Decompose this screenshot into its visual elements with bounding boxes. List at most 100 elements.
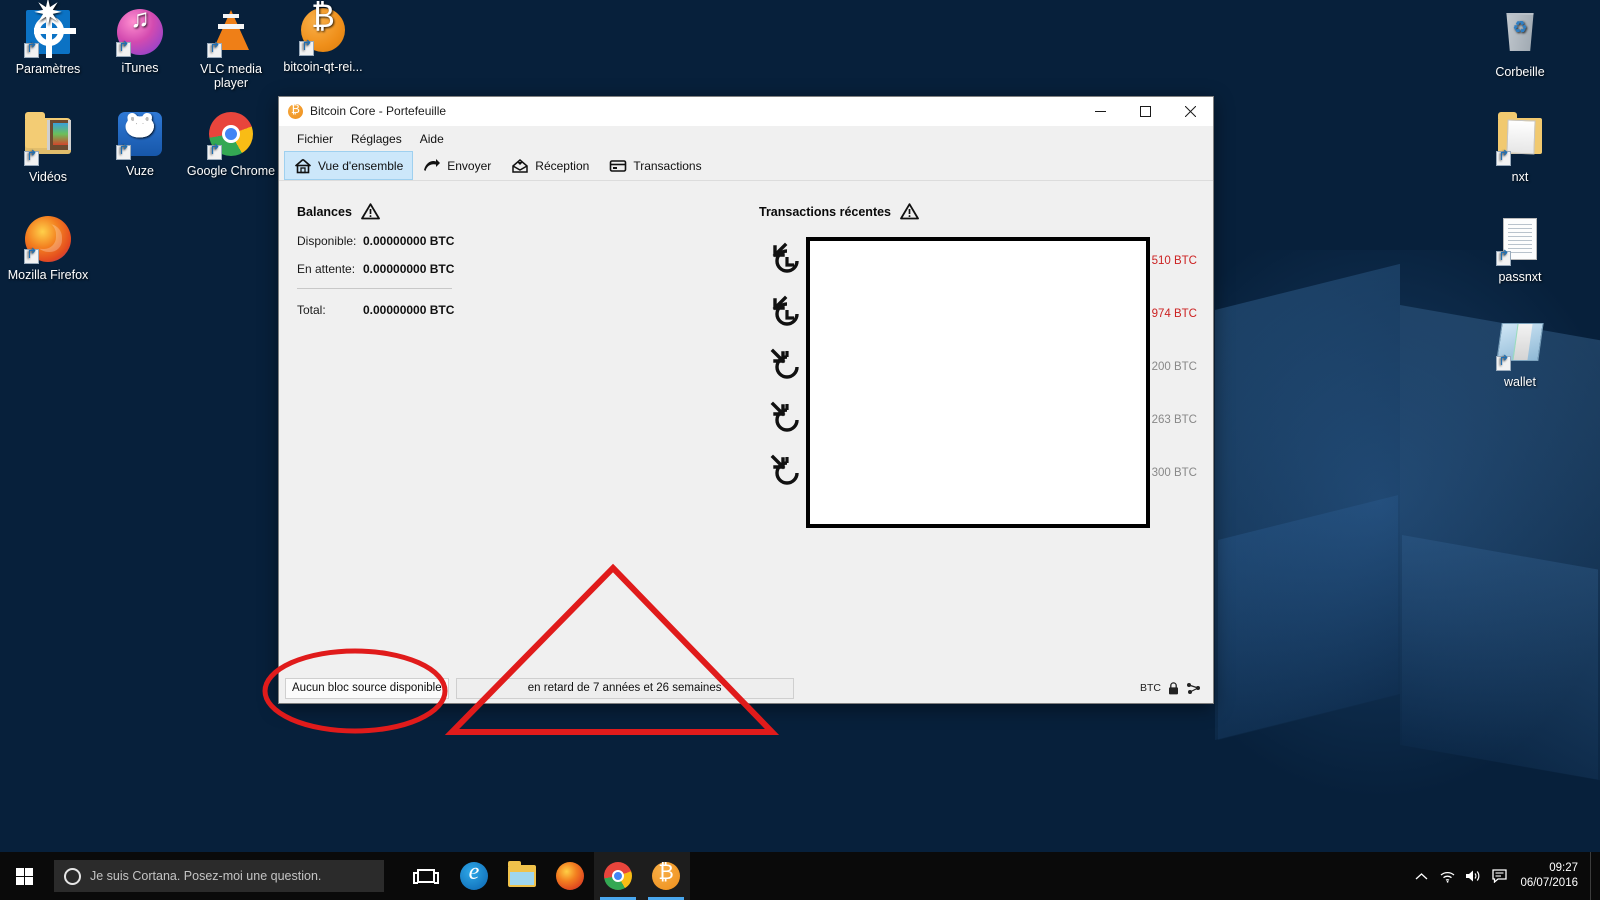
taskbar[interactable]: Je suis Cortana. Posez-moi une question.	[0, 852, 1600, 900]
shortcut-overlay-icon	[116, 42, 131, 57]
cortana-search-box[interactable]: Je suis Cortana. Posez-moi une question.	[54, 860, 384, 892]
videos-folder-icon	[24, 112, 72, 166]
tab-label: Réception	[535, 158, 590, 173]
desktop-icon-nxt[interactable]: nxt	[1472, 110, 1568, 184]
file-explorer-icon	[508, 861, 536, 887]
wallpaper-beam	[1218, 495, 1398, 740]
taskbar-firefox-button[interactable]	[546, 852, 594, 900]
desktop-icon-bitcoin-qt[interactable]: bitcoin-qt-rei...	[275, 6, 371, 74]
warning-triangle-icon	[361, 203, 380, 220]
taskbar-task-view-button[interactable]	[402, 852, 450, 900]
bitcoin-icon	[288, 102, 303, 119]
taskbar-clock[interactable]: 09:27 06/07/2016	[1512, 852, 1590, 900]
tab-label: Vue d'ensemble	[318, 158, 404, 173]
network-connections-icon[interactable]	[1186, 682, 1201, 695]
menu-aide[interactable]: Aide	[411, 129, 453, 149]
close-button[interactable]	[1168, 97, 1213, 126]
desktop-icon-videos[interactable]: Vidéos	[0, 110, 96, 184]
clock-date: 06/07/2016	[1520, 877, 1578, 889]
shortcut-overlay-icon	[207, 43, 222, 58]
balance-value: 0.00000000 BTC	[363, 303, 455, 317]
window-controls[interactable]	[1078, 97, 1213, 126]
desktop[interactable]: Paramètres iTunes VLC media player bitco…	[0, 0, 1600, 900]
shortcut-overlay-icon	[24, 151, 39, 166]
transaction-amount: 200 BTC	[1151, 360, 1197, 373]
vlc-icon	[207, 10, 255, 58]
tab-envoyer[interactable]: Envoyer	[413, 151, 501, 180]
desktop-icon-parametres[interactable]: Paramètres	[0, 6, 96, 76]
desktop-icon-corbeille[interactable]: Corbeille	[1472, 8, 1568, 79]
desktop-icon-vlc[interactable]: VLC media player	[183, 8, 279, 90]
clock-time: 09:27	[1549, 862, 1578, 874]
status-bar-indicators[interactable]: BTC	[1140, 681, 1207, 695]
transaction-amount: 510 BTC	[1151, 254, 1197, 267]
maximize-button[interactable]	[1123, 97, 1168, 126]
start-button[interactable]	[0, 852, 48, 900]
desktop-icon-label: Vuze	[125, 164, 155, 178]
itunes-icon	[116, 9, 164, 57]
outgoing-pending-icon	[767, 241, 807, 281]
tab-vue-densemble[interactable]: Vue d'ensemble	[284, 151, 414, 180]
balance-value: 0.00000000 BTC	[363, 234, 455, 248]
shortcut-overlay-icon	[24, 249, 39, 264]
desktop-icon-label: Corbeille	[1495, 65, 1545, 79]
unit-label[interactable]: BTC	[1140, 682, 1161, 694]
chevron-up-icon[interactable]	[1408, 852, 1434, 900]
shortcut-overlay-icon	[116, 145, 131, 160]
redaction-box	[806, 237, 1150, 528]
shortcut-overlay-icon	[1496, 251, 1511, 266]
wifi-icon[interactable]	[1434, 852, 1460, 900]
incoming-pending-icon	[767, 400, 807, 440]
tab-label: Envoyer	[447, 158, 492, 173]
shortcut-overlay-icon	[207, 145, 222, 160]
balance-label: Total:	[297, 303, 326, 317]
search-placeholder: Je suis Cortana. Posez-moi une question.	[90, 869, 322, 883]
balances-panel: Balances Disponible: 0.00000000 BTC En a…	[297, 203, 727, 317]
desktop-icon-label: nxt	[1511, 170, 1529, 184]
windows-start-icon	[15, 867, 33, 885]
taskbar-apps[interactable]	[402, 852, 690, 900]
close-icon	[1185, 105, 1196, 117]
taskbar-chrome-button[interactable]	[594, 852, 642, 900]
desktop-icon-wallet[interactable]: wallet	[1472, 318, 1568, 389]
chrome-icon	[604, 862, 632, 890]
task-view-icon	[413, 869, 439, 884]
desktop-icon-vuze[interactable]: Vuze	[92, 110, 188, 178]
main-toolbar[interactable]: Vue d'ensemble Envoyer Réception Transac…	[279, 151, 1213, 181]
desktop-icon-itunes[interactable]: iTunes	[92, 8, 188, 75]
taskbar-edge-button[interactable]	[450, 852, 498, 900]
balances-heading-row: Balances	[297, 203, 727, 220]
desktop-icon-chrome[interactable]: Google Chrome	[183, 110, 279, 178]
desktop-icon-passnxt[interactable]: passnxt	[1472, 215, 1568, 284]
taskbar-file-explorer-button[interactable]	[498, 852, 546, 900]
menu-bar[interactable]: Fichier Réglages Aide	[279, 126, 1213, 151]
desktop-icon-firefox[interactable]: Mozilla Firefox	[0, 215, 96, 282]
home-icon	[294, 158, 312, 174]
menu-reglages[interactable]: Réglages	[342, 129, 411, 149]
system-tray[interactable]: 09:27 06/07/2016	[1408, 852, 1600, 900]
settings-icon	[24, 6, 76, 58]
firefox-icon	[24, 216, 72, 264]
volume-icon[interactable]	[1460, 852, 1486, 900]
transaction-amount: 300 BTC	[1151, 466, 1197, 479]
action-center-icon[interactable]	[1486, 852, 1512, 900]
bitcoin-icon	[652, 860, 680, 890]
desktop-icon-label: wallet	[1504, 375, 1536, 389]
desktop-icon-label: Vidéos	[29, 170, 67, 184]
tab-reception[interactable]: Réception	[501, 151, 599, 180]
show-desktop-button[interactable]	[1590, 852, 1596, 900]
balance-value: 0.00000000 BTC	[363, 262, 455, 276]
menu-fichier[interactable]: Fichier	[288, 129, 342, 149]
taskbar-bitcoin-core-button[interactable]	[642, 852, 690, 900]
shortcut-overlay-icon	[1496, 356, 1511, 371]
window-titlebar[interactable]: Bitcoin Core - Portefeuille	[279, 97, 1213, 126]
desktop-icon-label: passnxt	[1498, 270, 1542, 284]
cortana-circle-icon	[64, 867, 81, 885]
lock-icon[interactable]	[1168, 681, 1179, 695]
status-bar: Aucun bloc source disponible en retard d…	[279, 673, 1213, 703]
shortcut-overlay-icon	[1496, 151, 1511, 166]
recent-transactions-heading-row: Transactions récentes	[759, 203, 1199, 220]
tab-transactions[interactable]: Transactions	[599, 151, 711, 180]
minimize-button[interactable]	[1078, 97, 1123, 126]
desktop-icon-label: iTunes	[121, 61, 159, 75]
